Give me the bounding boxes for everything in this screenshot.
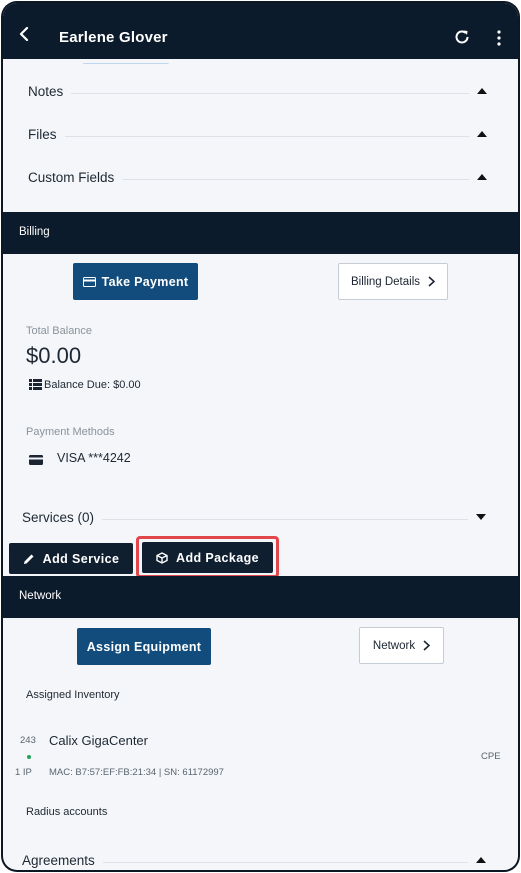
more-vertical-icon[interactable] <box>495 29 503 47</box>
payment-methods-label: Payment Methods <box>26 426 115 438</box>
section-label: Custom Fields <box>28 170 123 185</box>
divider <box>28 93 469 94</box>
caret-up-icon[interactable] <box>477 131 487 137</box>
section-services[interactable]: Services (0) <box>22 510 492 530</box>
payment-method-visa[interactable]: VISA ***4242 <box>57 451 131 465</box>
billing-header: Billing <box>3 212 518 254</box>
caret-up-icon[interactable] <box>477 174 487 180</box>
add-package-button[interactable]: Add Package <box>142 542 273 573</box>
section-label: Agreements <box>22 853 103 868</box>
section-label: Services (0) <box>22 510 103 525</box>
device-count: 243 <box>20 735 36 746</box>
section-agreements[interactable]: Agreements <box>22 853 492 870</box>
billing-details-button[interactable]: Billing Details <box>338 263 448 300</box>
divider <box>28 136 469 137</box>
pencil-icon <box>23 554 34 564</box>
app-bar: Earlene Glover <box>3 3 518 59</box>
take-payment-button[interactable]: Take Payment <box>73 263 198 300</box>
mac-serial: MAC: B7:57:EF:FB:21:34 | SN: 61172997 <box>49 767 224 778</box>
button-label: Network <box>372 639 416 652</box>
caret-up-icon[interactable] <box>477 88 487 94</box>
section-label: Notes <box>28 84 72 99</box>
status-online-dot <box>27 755 31 759</box>
section-label: Files <box>28 127 65 142</box>
button-label: Add Package <box>176 550 259 565</box>
caret-down-icon[interactable] <box>476 514 486 520</box>
assigned-inventory-label: Assigned Inventory <box>26 689 120 701</box>
network-header: Network <box>3 576 518 618</box>
button-label: Take Payment <box>101 274 189 289</box>
radius-accounts-label: Radius accounts <box>26 806 108 818</box>
button-label: Assign Equipment <box>86 639 202 654</box>
section-notes[interactable]: Notes <box>28 84 493 104</box>
page-title: Earlene Glover <box>59 29 168 46</box>
credit-card-icon <box>82 276 96 287</box>
refresh-icon[interactable] <box>453 28 471 46</box>
caret-up-icon[interactable] <box>476 857 486 863</box>
network-button[interactable]: Network <box>359 627 444 664</box>
device-type: CPE <box>481 751 501 762</box>
chevron-right-icon <box>428 276 436 287</box>
balance-due: Balance Due: $0.00 <box>44 379 141 391</box>
credit-card-icon <box>29 455 43 465</box>
button-label: Add Service <box>42 551 120 566</box>
device-name: Calix GigaCenter <box>49 733 148 748</box>
section-custom-fields[interactable]: Custom Fields <box>28 170 493 190</box>
package-icon <box>156 551 168 564</box>
list-icon <box>29 379 42 390</box>
total-balance-value: $0.00 <box>26 343 82 368</box>
add-service-button[interactable]: Add Service <box>9 543 133 574</box>
button-label: Billing Details <box>350 275 421 288</box>
chevron-right-icon <box>423 640 431 651</box>
assign-equipment-button[interactable]: Assign Equipment <box>77 628 211 665</box>
phone-screen: Earlene Glover ‒‒‒‒‒‒‒‒‒‒‒‒‒‒ Notes File… <box>3 3 518 870</box>
ip-count: 1 IP <box>15 767 32 778</box>
total-balance-label: Total Balance <box>26 325 93 337</box>
scrolled-contact-peek: ‒‒‒‒‒‒‒‒‒‒‒‒‒‒ <box>83 58 169 64</box>
chevron-left-icon[interactable] <box>17 27 31 41</box>
section-files[interactable]: Files <box>28 127 493 147</box>
